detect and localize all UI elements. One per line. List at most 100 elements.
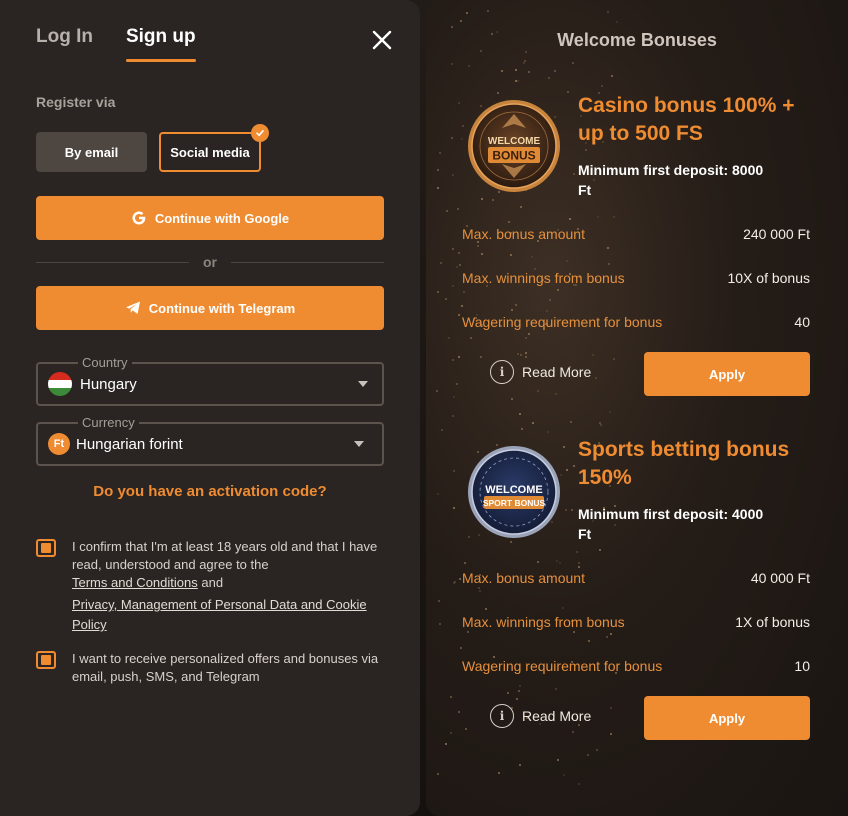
tab-sign-up[interactable]: Sign up xyxy=(125,26,196,62)
sparkle-dot xyxy=(576,550,579,553)
country-select[interactable]: Country Hungary xyxy=(36,355,384,406)
max-winnings-value: 10X of bonus xyxy=(727,270,810,286)
max-bonus-label: Max. bonus amount xyxy=(462,570,585,586)
sparkle-dot xyxy=(554,69,557,72)
sparkle-dot xyxy=(450,63,453,66)
sparkle-dot xyxy=(548,77,551,80)
sparkle-dot xyxy=(458,101,461,104)
welcome-bonuses-title: Welcome Bonuses xyxy=(557,30,717,50)
currency-label: Currency xyxy=(78,415,139,430)
sparkle-dot xyxy=(459,263,462,266)
sparkle-dot xyxy=(515,68,518,71)
sparkle-dot xyxy=(452,285,455,288)
casino-max-winnings-row: Max. winnings from bonus 10X of bonus xyxy=(462,270,810,286)
sparkle-dot xyxy=(556,759,559,762)
currency-select[interactable]: Currency Ft Hungarian forint xyxy=(36,415,384,466)
telegram-icon xyxy=(125,301,140,314)
sparkle-dot xyxy=(563,773,566,776)
sparkle-dot xyxy=(478,589,481,592)
sports-max-winnings-row: Max. winnings from bonus 1X of bonus xyxy=(462,614,810,630)
age-consent-row: I confirm that I'm at least 18 years old… xyxy=(36,538,386,635)
country-label: Country xyxy=(78,355,132,370)
sparkle-dot xyxy=(507,221,510,224)
wagering-value: 10 xyxy=(794,658,810,674)
max-bonus-value: 40 000 Ft xyxy=(750,570,810,586)
terms-link[interactable]: Terms and Conditions xyxy=(72,575,198,590)
and-text: and xyxy=(201,575,224,590)
sparkle-dot xyxy=(570,509,573,512)
signup-panel: Log In Sign up Register via By email Soc… xyxy=(0,0,420,816)
register-via-label: Register via xyxy=(36,94,116,110)
sparkle-dot xyxy=(436,187,439,190)
sparkle-dot xyxy=(517,80,520,83)
sparkle-dot xyxy=(531,421,534,424)
sparkle-dot xyxy=(510,253,513,256)
casino-apply-button[interactable]: Apply xyxy=(644,352,810,396)
sparkle-dot xyxy=(578,562,581,565)
sparkle-dot xyxy=(572,62,575,64)
sparkle-dot xyxy=(517,352,520,355)
sparkle-dot xyxy=(554,688,557,691)
sparkle-dot xyxy=(498,772,501,775)
sparkle-dot xyxy=(436,389,439,392)
by-email-button[interactable]: By email xyxy=(36,132,147,172)
sparkle-dot xyxy=(507,692,510,694)
social-media-label: Social media xyxy=(170,144,250,160)
sparkle-dot xyxy=(591,354,594,357)
sparkle-dot xyxy=(463,561,466,564)
sparkle-dot xyxy=(610,732,613,735)
sparkle-dot xyxy=(480,253,483,255)
sparkle-dot xyxy=(510,398,513,401)
sparkle-dot xyxy=(587,754,590,757)
sparkle-dot xyxy=(477,245,480,248)
social-media-button[interactable]: Social media xyxy=(159,124,269,172)
sparkle-dot xyxy=(609,632,612,635)
privacy-policy-link[interactable]: Privacy, Management of Personal Data and… xyxy=(72,597,367,632)
sparkle-dot xyxy=(500,70,503,73)
sports-wagering-row: Wagering requirement for bonus 10 xyxy=(462,658,810,674)
sparkle-dot xyxy=(556,288,559,291)
sparkle-dot xyxy=(515,698,518,701)
sparkle-dot xyxy=(451,248,454,251)
sparkle-dot xyxy=(572,464,575,467)
sports-read-more-link[interactable]: i Read More xyxy=(490,704,591,728)
sparkle-dot xyxy=(611,74,614,77)
sparkle-dot xyxy=(546,431,549,434)
casino-wagering-row: Wagering requirement for bonus 40 xyxy=(462,314,810,330)
sparkle-dot xyxy=(455,382,458,385)
by-email-label: By email xyxy=(64,144,119,160)
sparkle-dot xyxy=(456,265,459,268)
max-bonus-value: 240 000 Ft xyxy=(743,226,810,242)
sparkle-dot xyxy=(457,711,460,714)
sparkle-dot xyxy=(453,506,456,509)
sparkle-dot xyxy=(453,469,456,472)
info-icon: i xyxy=(490,704,514,728)
sparkle-dot xyxy=(460,138,463,141)
sports-apply-button[interactable]: Apply xyxy=(644,696,810,740)
max-winnings-label: Max. winnings from bonus xyxy=(462,270,625,286)
sparkle-dot xyxy=(452,415,455,418)
info-icon: i xyxy=(490,360,514,384)
sparkle-dot xyxy=(606,246,609,249)
continue-with-telegram-button[interactable]: Continue with Telegram xyxy=(36,286,384,330)
offers-consent-checkbox[interactable] xyxy=(36,651,56,669)
sparkle-dot xyxy=(458,578,461,581)
activation-code-link[interactable]: Do you have an activation code? xyxy=(36,483,384,500)
sparkle-dot xyxy=(466,630,469,633)
tab-log-in[interactable]: Log In xyxy=(36,26,93,62)
sparkle-dot xyxy=(484,607,487,610)
age-consent-checkbox[interactable] xyxy=(36,539,56,557)
sparkle-dot xyxy=(460,646,463,649)
sparkle-dot xyxy=(470,337,473,339)
sparkle-dot xyxy=(437,599,440,602)
sports-bonus-title: Sports betting bonus 150% xyxy=(578,438,790,489)
medal-text: SPORT BONUS xyxy=(483,498,546,508)
sparkle-dot xyxy=(436,168,439,171)
sparkle-dot xyxy=(597,216,600,219)
or-divider: or xyxy=(36,254,384,270)
age-consent-label: I confirm that I'm at least 18 years old… xyxy=(72,539,378,572)
continue-with-google-button[interactable]: Continue with Google xyxy=(36,196,384,240)
sparkle-dot xyxy=(545,309,548,312)
close-button[interactable] xyxy=(371,29,393,51)
casino-read-more-link[interactable]: i Read More xyxy=(490,360,591,384)
